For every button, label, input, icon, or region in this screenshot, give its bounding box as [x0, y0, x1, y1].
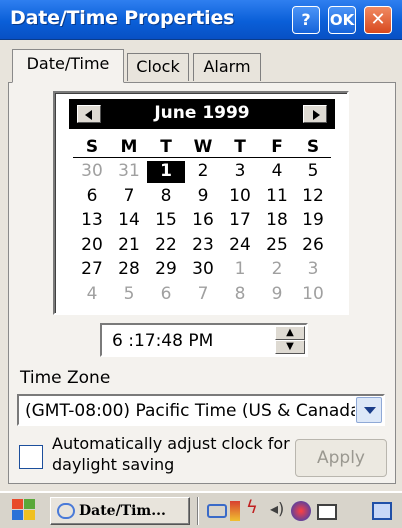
taskbar-window-label: Date/Tim...	[79, 503, 166, 519]
calendar-day-selected[interactable]: 1	[147, 161, 185, 183]
ok-button[interactable]: OK	[328, 6, 356, 34]
time-value[interactable]: 6 :17:48 PM	[112, 331, 213, 351]
calendar-day[interactable]: 28	[110, 259, 148, 281]
time-down-button[interactable]: ▼	[275, 340, 305, 354]
calendar-day[interactable]: 7	[184, 284, 222, 306]
calendar-day[interactable]: 23	[184, 235, 222, 257]
calendar-day[interactable]: 13	[73, 210, 111, 232]
time-up-button[interactable]: ▲	[275, 326, 305, 340]
apply-button[interactable]: Apply	[295, 439, 387, 477]
calendar-day[interactable]: 6	[147, 284, 185, 306]
calendar-day[interactable]: 25	[258, 235, 296, 257]
daylight-saving-label[interactable]: Automatically adjust clock for daylight …	[52, 433, 292, 475]
tab-date-time[interactable]: Date/Time	[12, 49, 124, 83]
calendar-day[interactable]: 8	[221, 284, 259, 306]
start-flag-red	[12, 499, 23, 509]
calendar-day[interactable]: 5	[294, 161, 332, 183]
calendar-day[interactable]: 15	[147, 210, 185, 232]
arrow-left-icon	[85, 110, 92, 120]
time-zone-value: (GMT-08:00) Pacific Time (US & Canada); …	[25, 401, 355, 421]
calendar-day[interactable]: 12	[294, 186, 332, 208]
daylight-saving-checkbox[interactable]	[19, 445, 43, 469]
month-calendar: June 1999 SMTWTFS 30 31 1 2 3 4 5 6 7 8 9 10 11 12 13 1…	[53, 91, 349, 315]
chevron-down-icon	[364, 407, 376, 414]
printer-icon[interactable]	[317, 504, 337, 520]
window-title: Date/Time Properties	[10, 7, 235, 29]
calendar-day[interactable]: 4	[258, 161, 296, 183]
taskbar: Date/Tim... ϟ ◂)	[0, 491, 402, 528]
help-button[interactable]: ?	[292, 6, 320, 34]
start-flag-yellow	[24, 510, 35, 520]
calendar-header: June 1999	[69, 99, 335, 129]
calendar-day[interactable]: 29	[147, 259, 185, 281]
tab-alarm[interactable]: Alarm	[193, 53, 261, 81]
volume-icon[interactable]: ◂)	[270, 499, 288, 519]
calendar-day[interactable]: 16	[184, 210, 222, 232]
calendar-day[interactable]: 30	[184, 259, 222, 281]
weekday-header: S	[85, 137, 99, 157]
weekday-header: T	[160, 137, 172, 157]
calendar-day[interactable]: 18	[258, 210, 296, 232]
calendar-day[interactable]: 19	[294, 210, 332, 232]
next-month-button[interactable]	[303, 105, 327, 123]
calendar-month-title[interactable]: June 1999	[109, 103, 295, 123]
calendar-day[interactable]: 10	[294, 284, 332, 306]
time-spinner[interactable]: ▲ ▼	[275, 326, 305, 354]
calendar-day[interactable]: 26	[294, 235, 332, 257]
calendar-day[interactable]: 30	[73, 161, 111, 183]
calendar-day[interactable]: 27	[73, 259, 111, 281]
calendar-day[interactable]: 1	[221, 259, 259, 281]
taskbar-window-button[interactable]: Date/Tim...	[50, 497, 190, 525]
time-zone-select[interactable]: (GMT-08:00) Pacific Time (US & Canada); …	[17, 394, 385, 426]
calendar-day[interactable]: 8	[147, 186, 185, 208]
tab-clock[interactable]: Clock	[127, 53, 189, 81]
calendar-day[interactable]: 17	[221, 210, 259, 232]
previous-month-button[interactable]	[77, 105, 101, 123]
weekday-header: W	[193, 137, 213, 157]
calendar-day[interactable]: 2	[184, 161, 222, 183]
calendar-day[interactable]: 21	[110, 235, 148, 257]
start-icon[interactable]	[12, 499, 38, 523]
calendar-day[interactable]: 14	[110, 210, 148, 232]
calendar-day[interactable]: 6	[73, 186, 111, 208]
calendar-day[interactable]: 3	[294, 259, 332, 281]
weekday-header: M	[120, 137, 138, 157]
start-flag-blue	[12, 510, 23, 520]
power-icon[interactable]: ϟ	[246, 497, 264, 518]
time-zone-label: Time Zone	[20, 368, 111, 388]
network-icon[interactable]	[207, 504, 227, 518]
battery-icon[interactable]	[230, 501, 240, 521]
start-flag-green	[24, 499, 35, 509]
weekday-header: S	[306, 137, 320, 157]
calendar-day[interactable]: 7	[110, 186, 148, 208]
weekday-header: F	[271, 137, 283, 157]
calendar-day[interactable]: 9	[258, 284, 296, 306]
calendar-day[interactable]: 9	[184, 186, 222, 208]
calendar-day[interactable]: 24	[221, 235, 259, 257]
date-time-app-icon	[57, 503, 75, 519]
time-zone-dropdown-button[interactable]	[356, 397, 382, 423]
weekday-header: T	[234, 137, 246, 157]
tray-separator	[197, 497, 199, 525]
connection-icon[interactable]	[291, 501, 311, 521]
calendar-day[interactable]: 2	[258, 259, 296, 281]
calendar-day[interactable]: 10	[221, 186, 259, 208]
desktop-icon[interactable]	[372, 502, 392, 520]
calendar-day[interactable]: 20	[73, 235, 111, 257]
calendar-day[interactable]: 22	[147, 235, 185, 257]
close-button[interactable]: ✕	[364, 6, 392, 34]
calendar-day[interactable]: 4	[73, 284, 111, 306]
calendar-day[interactable]: 5	[110, 284, 148, 306]
title-bar: Date/Time Properties ? OK ✕	[0, 0, 402, 40]
calendar-day[interactable]: 11	[258, 186, 296, 208]
time-picker[interactable]: 6 :17:48 PM ▲ ▼	[100, 323, 308, 357]
arrow-right-icon	[313, 110, 320, 120]
weekday-divider	[73, 157, 331, 158]
calendar-day[interactable]: 3	[221, 161, 259, 183]
calendar-day[interactable]: 31	[110, 161, 148, 183]
